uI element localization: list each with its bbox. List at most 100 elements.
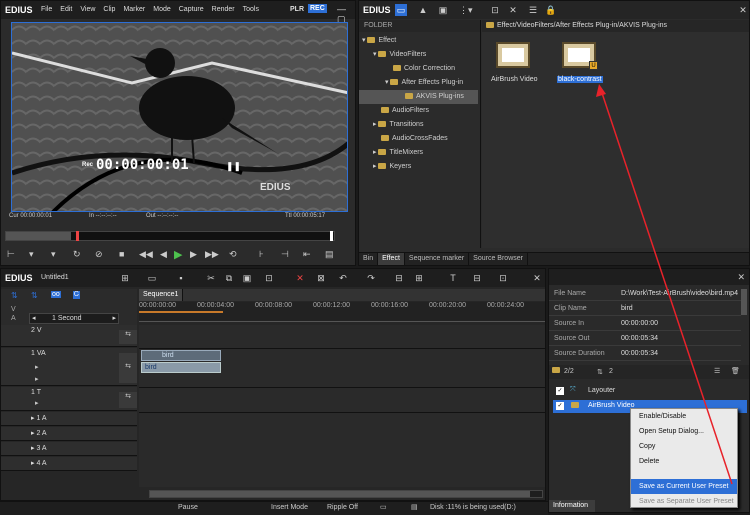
expand-icon[interactable]: ▸	[35, 375, 39, 383]
audio-clip[interactable]: bird	[141, 362, 221, 373]
clear-icon[interactable]: ⊘	[95, 249, 103, 260]
track-1va[interactable]: 1 VA ▸ ▸ ⇆	[1, 348, 137, 386]
sync-lock-icon[interactable]: ⇅	[31, 291, 38, 300]
tree-after-effects[interactable]: ▾ After Effects Plug-in	[359, 76, 480, 90]
scale-select[interactable]: 1 Second ◂ ▸	[29, 313, 119, 324]
sync-icon[interactable]: ⊟	[393, 272, 405, 284]
loop-play-icon[interactable]: ⟲	[229, 249, 237, 260]
black-contrast-thumb[interactable]: U	[562, 42, 598, 70]
step-forward-icon[interactable]: ▶	[190, 249, 197, 260]
view-mode-icon[interactable]: ⋮▾	[459, 4, 473, 16]
tab-effect[interactable]: Effect	[378, 253, 405, 265]
open-icon[interactable]: ▭	[146, 272, 158, 284]
info-close-icon[interactable]: ✕	[737, 272, 745, 283]
stop-icon[interactable]: ■	[119, 249, 124, 259]
track-1a[interactable]: ▸ 1 A	[1, 412, 137, 426]
menu-open-setup[interactable]: Open Setup Dialog...	[631, 424, 737, 439]
snap-icon[interactable]: ⇅	[11, 291, 18, 300]
export-icon[interactable]: ▤	[325, 249, 334, 260]
tree-color-correction[interactable]: Color Correction	[359, 62, 480, 76]
menu-copy[interactable]: Copy	[631, 439, 737, 454]
close-icon[interactable]: ✕	[737, 4, 749, 16]
link-icon[interactable]: oo	[51, 291, 61, 298]
up-icon[interactable]: ▲	[417, 4, 429, 16]
trash-icon[interactable]: 🗑	[731, 367, 740, 375]
in-out-icon[interactable]: ⊢	[7, 249, 15, 260]
ripple-delete-icon[interactable]: ⊠	[315, 272, 327, 284]
lock-icon[interactable]: 🔒	[545, 4, 557, 16]
save-icon[interactable]: ▪	[175, 272, 187, 284]
tab-sequence1[interactable]: Sequence1	[139, 289, 184, 301]
track-1t[interactable]: 1 T ▸ ⇆	[1, 387, 137, 411]
timeline-scrollbar[interactable]	[149, 490, 543, 498]
tab-bin[interactable]: Bin	[359, 253, 379, 265]
title-icon[interactable]: T	[447, 272, 459, 284]
track-area[interactable]: bird bird	[139, 325, 545, 487]
scrollbar-thumb[interactable]	[150, 491, 530, 497]
copy-icon[interactable]: ⧉	[223, 272, 235, 284]
menu-view[interactable]: View	[80, 6, 95, 13]
menu-capture[interactable]: Capture	[179, 6, 204, 13]
find-icon[interactable]: ▣	[437, 4, 449, 16]
mark-in-icon[interactable]: ▾	[29, 249, 34, 260]
folder-view-icon[interactable]: ▭	[395, 4, 407, 16]
checkbox[interactable]: ✓	[556, 387, 564, 395]
settings-icon[interactable]: ☰	[714, 367, 720, 375]
insert-icon[interactable]: ⊦	[259, 249, 264, 260]
tab-source-browser[interactable]: Source Browser	[469, 253, 528, 265]
menu-delete[interactable]: Delete	[631, 454, 737, 469]
airbrush-label[interactable]: AirBrush Video	[491, 76, 538, 83]
status-insert[interactable]: Insert Mode	[271, 504, 308, 511]
menu-save-separate-preset[interactable]: Save as Separate User Preset	[631, 494, 737, 509]
split-icon[interactable]: ⇤	[303, 249, 311, 260]
filter-row-layouter[interactable]: ✓ ⤧ Layouter	[553, 385, 747, 398]
tree-videofilters[interactable]: ▾ VideoFilters	[359, 48, 480, 62]
status-ripple[interactable]: Ripple Off	[327, 504, 358, 511]
render-icon[interactable]: ⊟	[471, 272, 483, 284]
menu-clip[interactable]: Clip	[103, 6, 115, 13]
tab-sequence-marker[interactable]: Sequence marker	[405, 253, 470, 265]
patch-icon[interactable]: ⇆	[119, 353, 137, 383]
menu-mode[interactable]: Mode	[153, 6, 171, 13]
slider-handle[interactable]	[76, 231, 79, 241]
tree-effect[interactable]: ▾ Effect	[359, 34, 480, 48]
airbrush-thumb[interactable]	[496, 42, 530, 68]
replace-icon[interactable]: ⊡	[263, 272, 275, 284]
menu-save-current-preset[interactable]: Save as Current User Preset	[631, 479, 737, 494]
tree-keyers[interactable]: ▸ Keyers	[359, 160, 480, 174]
checkbox[interactable]: ✓	[556, 402, 564, 410]
track-3a[interactable]: ▸ 3 A	[1, 442, 137, 456]
delete-clip-icon[interactable]: ✕	[294, 272, 306, 284]
menu-render[interactable]: Render	[212, 6, 235, 13]
menu-file[interactable]: File	[41, 6, 52, 13]
tab-information[interactable]: Information	[549, 500, 595, 512]
expand-icon[interactable]: ▸	[35, 399, 39, 407]
overwrite-icon[interactable]: ⊣	[281, 249, 289, 260]
undo-icon[interactable]: ↶	[337, 272, 349, 284]
settings-icon[interactable]: ☰	[527, 4, 539, 16]
view-icon[interactable]: ⊡	[497, 272, 509, 284]
tree-audiocrossfades[interactable]: AudioCrossFades	[359, 132, 480, 146]
patch-icon[interactable]: ⇆	[119, 392, 137, 408]
menu-marker[interactable]: Marker	[123, 6, 145, 13]
properties-icon[interactable]: ⊡	[489, 4, 501, 16]
marker-icon[interactable]: ⊞	[413, 272, 425, 284]
rewind-icon[interactable]: ◀◀	[139, 249, 153, 260]
fast-forward-icon[interactable]: ▶▶	[205, 249, 219, 260]
video-clip[interactable]: bird	[141, 350, 221, 361]
redo-icon[interactable]: ↷	[365, 272, 377, 284]
menu-enable-disable[interactable]: Enable/Disable	[631, 409, 737, 424]
tree-audiofilters[interactable]: AudioFilters	[359, 104, 480, 118]
tree-transitions[interactable]: ▸ Transitions	[359, 118, 480, 132]
track-4a[interactable]: ▸ 4 A	[1, 457, 137, 471]
track-2v[interactable]: 2 V ⇆	[1, 325, 137, 347]
track-2a[interactable]: ▸ 2 A	[1, 427, 137, 441]
patch-icon[interactable]: ⇆	[119, 330, 137, 344]
position-slider[interactable]	[5, 231, 335, 241]
mark-out-icon[interactable]: ▾	[51, 249, 56, 260]
rec-toggle[interactable]: REC	[308, 4, 327, 13]
group-icon[interactable]: Ꮯ	[73, 291, 80, 299]
black-contrast-label[interactable]: black-contrast	[557, 76, 603, 83]
menu-tools[interactable]: Tools	[243, 6, 259, 13]
play-icon[interactable]: ▶	[174, 248, 182, 261]
